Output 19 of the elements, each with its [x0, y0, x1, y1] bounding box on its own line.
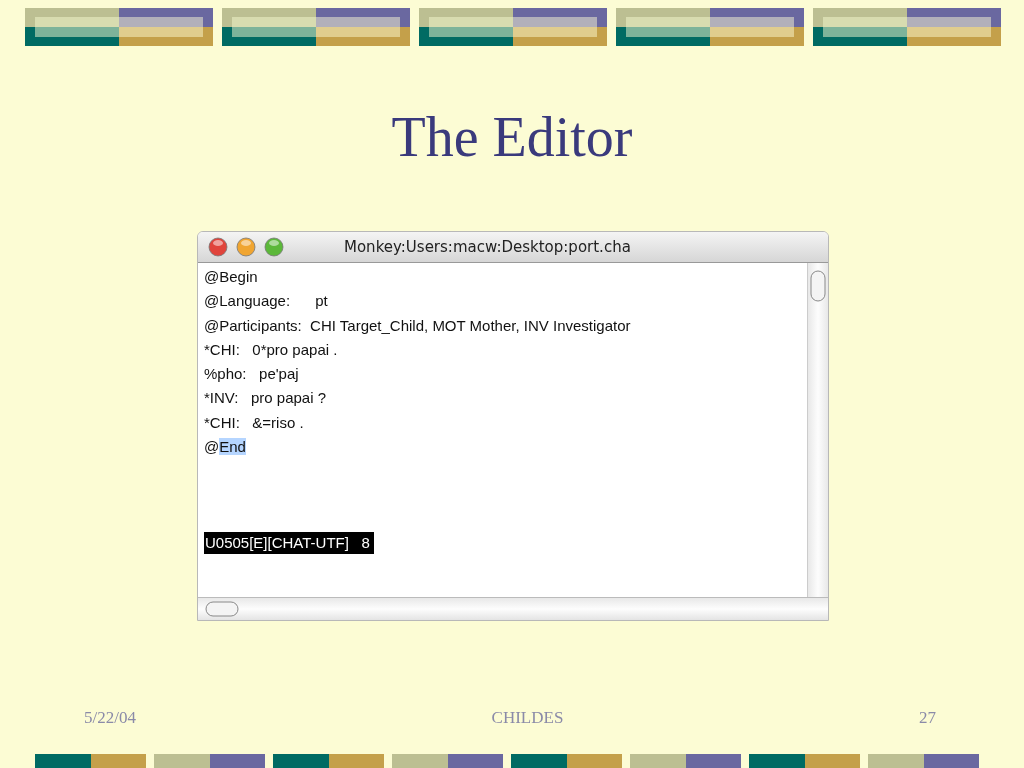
- transcript-line: @End: [204, 437, 247, 458]
- window-control-icon[interactable]: [236, 237, 256, 257]
- transcript-line: *CHI: 0*pro papai .: [204, 339, 339, 360]
- transcript-line: *CHI: &=riso .: [204, 412, 305, 433]
- transcript-line: @Begin: [204, 267, 259, 287]
- window-title: Monkey:Users:macw:Desktop:port.cha: [344, 238, 631, 256]
- footer-date: 5/22/04: [84, 708, 136, 730]
- transcript-line: %pho: pe'paj: [204, 364, 300, 385]
- transcript-line: @Participants: CHI Target_Child, MOT Mother, INV Investigator: [204, 315, 632, 336]
- text-selection: End: [219, 438, 246, 456]
- footer-title: CHILDES: [491, 708, 564, 730]
- horizontal-scrollbar[interactable]: [198, 597, 828, 621]
- window-control-icon[interactable]: [208, 237, 228, 257]
- vertical-scrollbar[interactable]: [807, 263, 828, 598]
- slide-title: The Editor: [391, 105, 633, 169]
- page-number: 27: [919, 708, 936, 730]
- window-control-icon[interactable]: [264, 237, 284, 257]
- transcript-line: *INV: pro papai ?: [204, 388, 327, 409]
- transcript-line: @Language: pt: [204, 291, 329, 312]
